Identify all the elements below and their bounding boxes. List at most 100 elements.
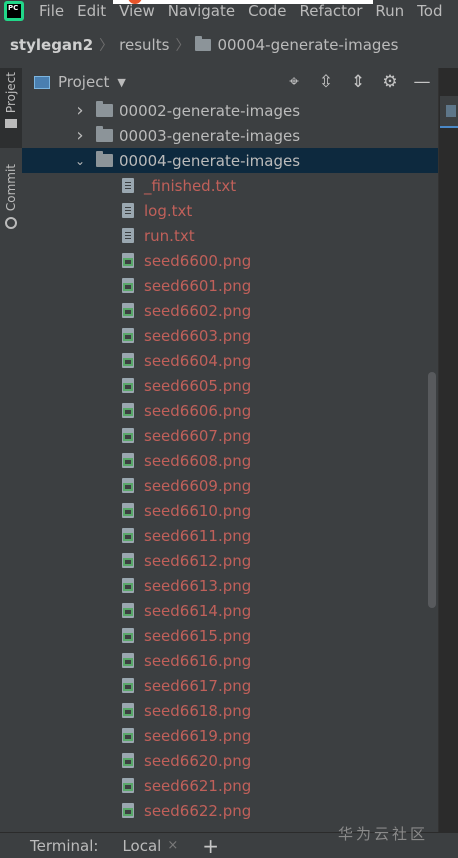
tree-file-row[interactable]: log.txt: [22, 198, 438, 223]
folder-icon: [96, 151, 113, 167]
menu-bar: PC File Edit View Navigate Code Refactor…: [0, 0, 458, 22]
tree-file-row[interactable]: seed6608.png: [22, 448, 438, 473]
tree-file-name: seed6622.png: [144, 801, 252, 820]
tree-file-row[interactable]: run.txt: [22, 223, 438, 248]
tree-file-row[interactable]: seed6613.png: [22, 573, 438, 598]
tree-file-row[interactable]: seed6600.png: [22, 248, 438, 273]
breadcrumb-current-folder[interactable]: 00004-generate-images: [217, 36, 398, 54]
tree-folder-name: 00004-generate-images: [119, 151, 301, 170]
editor-tab-stub[interactable]: [440, 96, 458, 128]
tree-file-row[interactable]: seed6620.png: [22, 748, 438, 773]
tree-file-name: seed6604.png: [144, 351, 252, 370]
add-terminal-button[interactable]: +: [202, 834, 219, 858]
image-file-icon: [122, 603, 134, 618]
tree-file-row[interactable]: seed6606.png: [22, 398, 438, 423]
chevron-down-icon[interactable]: ⌄: [72, 154, 88, 168]
image-file-icon: [122, 253, 134, 268]
commit-icon: [5, 217, 17, 230]
tool-tab-commit-label: Commit: [4, 164, 18, 212]
breadcrumb-results[interactable]: results: [119, 36, 169, 54]
image-file-icon: [122, 303, 134, 318]
tree-file-row[interactable]: seed6601.png: [22, 273, 438, 298]
menu-tools[interactable]: Tod: [410, 2, 448, 20]
dropdown-arrow-icon[interactable]: ▼: [117, 76, 125, 89]
image-file-icon: [122, 428, 134, 443]
tree-file-row[interactable]: seed6612.png: [22, 548, 438, 573]
image-file-icon: [122, 328, 134, 343]
tree-file-name: _finished.txt: [144, 176, 237, 195]
tree-file-name: run.txt: [144, 226, 195, 245]
breadcrumb-project[interactable]: stylegan2: [10, 36, 93, 54]
image-file-icon: [122, 278, 134, 293]
image-file-icon: [122, 753, 134, 768]
tree-file-row[interactable]: seed6605.png: [22, 373, 438, 398]
editor-edge: [438, 68, 458, 832]
tree-file-name: seed6607.png: [144, 426, 252, 445]
tree-file-name: seed6618.png: [144, 701, 252, 720]
overlay-tab: [113, 0, 373, 4]
menu-view[interactable]: View: [112, 2, 161, 20]
tree-file-row[interactable]: seed6622.png: [22, 798, 438, 823]
tree-file-name: seed6611.png: [144, 526, 252, 545]
locate-icon[interactable]: ⌖: [278, 68, 310, 96]
tree-file-name: seed6610.png: [144, 501, 252, 520]
text-file-icon: [122, 178, 134, 193]
left-tool-strip: Project Commit: [0, 68, 23, 832]
folder-icon: [5, 119, 17, 129]
tree-file-row[interactable]: seed6615.png: [22, 623, 438, 648]
tree-file-row[interactable]: seed6603.png: [22, 323, 438, 348]
collapse-all-icon[interactable]: ⇕: [342, 68, 374, 96]
chevron-right-icon[interactable]: ›: [72, 100, 88, 121]
tool-tab-commit[interactable]: Commit: [0, 160, 22, 240]
tree-file-name: seed6617.png: [144, 676, 252, 695]
tree-file-name: seed6606.png: [144, 401, 252, 420]
tree-file-row[interactable]: seed6607.png: [22, 423, 438, 448]
tree-file-name: seed6601.png: [144, 276, 252, 295]
tree-file-row[interactable]: seed6621.png: [22, 773, 438, 798]
tree-file-row[interactable]: seed6619.png: [22, 723, 438, 748]
close-icon[interactable]: ×: [167, 838, 178, 853]
panel-title[interactable]: Project: [58, 73, 109, 91]
tree-file-row[interactable]: seed6604.png: [22, 348, 438, 373]
tool-tab-project[interactable]: Project: [0, 68, 22, 148]
pycharm-logo-icon: PC: [4, 1, 24, 21]
tree-folder-name: 00003-generate-images: [119, 126, 301, 145]
minimize-icon[interactable]: —: [406, 68, 438, 96]
tree-file-row[interactable]: seed6617.png: [22, 673, 438, 698]
tree-scrollbar[interactable]: [428, 372, 436, 608]
menu-run[interactable]: Run: [368, 2, 410, 20]
tree-file-name: seed6605.png: [144, 376, 252, 395]
tree-file-row[interactable]: seed6610.png: [22, 498, 438, 523]
tree-file-row[interactable]: _finished.txt: [22, 173, 438, 198]
image-file-icon: [122, 453, 134, 468]
tree-file-name: seed6615.png: [144, 626, 252, 645]
tree-folder-row[interactable]: › 00003-generate-images: [22, 123, 438, 148]
menu-code[interactable]: Code: [241, 2, 292, 20]
tree-file-name: seed6620.png: [144, 751, 252, 770]
tree-file-row[interactable]: seed6614.png: [22, 598, 438, 623]
menu-refactor[interactable]: Refactor: [292, 2, 368, 20]
chevron-right-icon[interactable]: ›: [72, 125, 88, 146]
tree-file-row[interactable]: seed6602.png: [22, 298, 438, 323]
image-file-icon: [122, 803, 134, 818]
tree-file-row[interactable]: seed6609.png: [22, 473, 438, 498]
tree-file-row[interactable]: seed6618.png: [22, 698, 438, 723]
tree-file-row[interactable]: seed6611.png: [22, 523, 438, 548]
menu-file[interactable]: File: [32, 2, 70, 20]
chevron-right-icon: 〉: [175, 38, 190, 54]
image-file-icon: [122, 403, 134, 418]
tool-tab-project-label: Project: [4, 72, 18, 114]
tree-folder-row[interactable]: ⌄ 00004-generate-images: [22, 148, 438, 173]
tree-folder-row[interactable]: › 00002-generate-images: [22, 98, 438, 123]
tree-file-name: seed6602.png: [144, 301, 252, 320]
menu-navigate[interactable]: Navigate: [161, 2, 241, 20]
terminal-label[interactable]: Terminal:: [30, 837, 98, 855]
menu-edit[interactable]: Edit: [70, 2, 112, 20]
tree-file-row[interactable]: seed6616.png: [22, 648, 438, 673]
terminal-tab-local[interactable]: Local: [122, 837, 161, 855]
folder-icon: [96, 126, 113, 142]
image-file-icon: [122, 528, 134, 543]
expand-all-icon[interactable]: ⇳: [310, 68, 342, 96]
gear-icon[interactable]: ⚙: [374, 68, 406, 96]
breadcrumb: stylegan2 〉 results 〉 00004-generate-ima…: [0, 22, 458, 69]
